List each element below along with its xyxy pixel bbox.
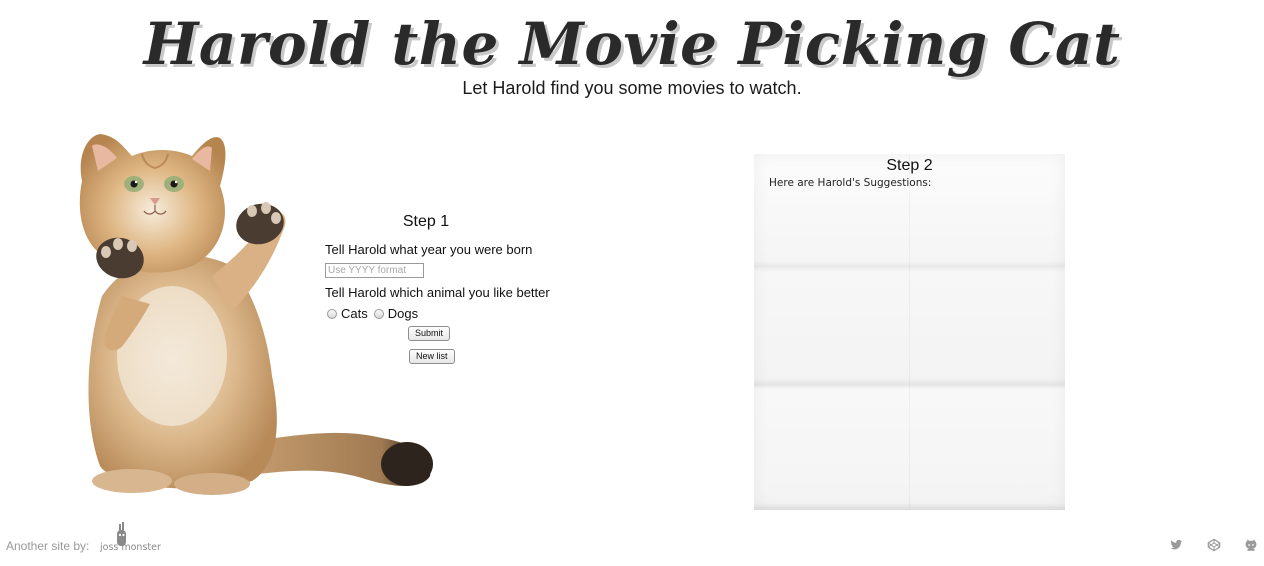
page-title: Harold the Movie Picking Cat — [143, 10, 1121, 78]
dogs-radio-label[interactable]: Dogs — [388, 306, 418, 322]
cats-radio[interactable] — [327, 309, 337, 319]
cats-radio-label[interactable]: Cats — [341, 306, 368, 322]
footer-credit: Another site by: — [6, 539, 90, 553]
step2-title: Step 2 — [886, 157, 933, 174]
page-subtitle: Let Harold find you some movies to watch… — [462, 78, 802, 98]
twitter-icon[interactable] — [1169, 538, 1183, 552]
animal-question-label: Tell Harold which animal you like better — [325, 285, 550, 300]
submit-button[interactable]: Submit — [408, 326, 451, 341]
suggestions-paper: Step 2 Here are Harold's Suggestions: — [754, 154, 1065, 510]
codepen-icon[interactable] — [1207, 538, 1221, 552]
dogs-radio[interactable] — [373, 309, 384, 319]
suggestions-label: Here are Harold's Suggestions: — [769, 177, 932, 189]
logo-wordmark: joss monster — [100, 542, 161, 553]
github-icon[interactable] — [1244, 538, 1258, 552]
step1-title: Step 1 — [402, 213, 450, 230]
joss-monster-logo[interactable]: joss monster — [100, 520, 162, 556]
year-question-label: Tell Harold what year you were born — [325, 242, 533, 257]
birth-year-input[interactable] — [325, 263, 424, 278]
paper-crease — [909, 154, 910, 510]
animal-radio-group: Cats Dogs — [325, 306, 565, 322]
step1-panel: Step 1 Tell Harold what year you were bo… — [325, 212, 565, 322]
new-list-button[interactable]: New list — [409, 349, 455, 364]
